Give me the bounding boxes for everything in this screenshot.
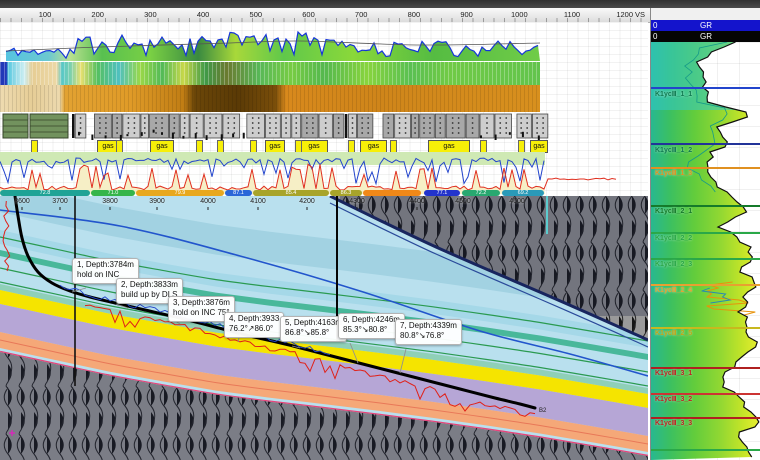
depth-tick [208, 207, 209, 210]
horizon-label[interactable]: K1ycⅢ_2_4 [655, 286, 692, 294]
depth-tick [517, 207, 518, 210]
band-stripe-texture [0, 85, 540, 112]
trajectory-annotation[interactable]: 5, Depth:4163m86.8°↘85.8° [280, 316, 347, 342]
gr-log-area[interactable]: K1ycⅢ_1_1 K1ycⅢ_1_2 K1ycⅢ_1_3 K1ycⅢ_2_1 K1yc… [651, 42, 760, 460]
horizon-label[interactable]: K1ycⅢ_1_3 [655, 169, 692, 177]
depth-tick-label: 4400 [409, 198, 425, 205]
gr-correlation-panel[interactable]: 0 GR 0 GR K1ycⅢ_1_1K1ycⅢ_1_2K1ycⅢ_1_3K1y… [650, 8, 760, 460]
horizon-line [651, 449, 760, 451]
svg-text:B2: B2 [539, 408, 547, 414]
vs-ruler: 100 200 300 400 500 600 700 800 900 1000 1100 1200V… [0, 8, 760, 23]
depth-tick [463, 207, 464, 210]
depth-tick [258, 207, 259, 210]
log-tracks-panel[interactable]: gasgasgasgasgasgasgas 72.871.079.987.185… [0, 22, 648, 196]
ruler-value: 100 [39, 10, 52, 19]
ruler-value: 300 [144, 10, 157, 19]
top-toolbar [0, 0, 760, 8]
gr-track-title: GR [651, 31, 760, 42]
ruler-value: 700 [355, 10, 368, 19]
depth-tick-label: 4600 [509, 198, 525, 205]
horizon-label[interactable]: K1ycⅢ_2_2 [655, 234, 692, 242]
horizon-label[interactable]: K1ycⅢ_1_1 [655, 90, 692, 98]
depth-tick-label: 3600 [14, 198, 30, 205]
ruler-value: 1200 [616, 10, 633, 19]
horizon-label[interactable]: K1ycⅢ_1_2 [655, 146, 692, 154]
gr-fill-curve-track [0, 30, 648, 62]
ruler-value: 400 [197, 10, 210, 19]
gas-show-row: gasgasgasgasgasgasgas [0, 140, 648, 152]
depth-tick-label: 4200 [299, 198, 315, 205]
ruler-value: 500 [250, 10, 263, 19]
horizon-label[interactable]: K1ycⅢ_3_3 [655, 419, 692, 427]
horizon-line [651, 87, 760, 89]
ruler-value: 900 [460, 10, 473, 19]
lithology-track [0, 112, 648, 140]
horizon-label[interactable]: K1ycⅢ_3_1 [655, 369, 692, 377]
depth-tick-label: 4300 [349, 198, 365, 205]
depth-tick-label: 4100 [250, 198, 266, 205]
ruler-value: 200 [91, 10, 104, 19]
seismic-section[interactable]: B2 3500360037003800390040004100420043004… [0, 196, 648, 460]
horizon-label[interactable]: K1ycⅢ_2_1 [655, 207, 692, 215]
depth-tick [417, 207, 418, 210]
band-stripe-texture [0, 62, 540, 85]
depth-tick [110, 207, 111, 210]
horizon-label[interactable]: K1ycⅢ_2_3 [655, 260, 692, 268]
depth-tick [157, 207, 158, 210]
trajectory-annotation[interactable]: 7, Depth:4339m80.8°↘76.8° [395, 319, 462, 345]
depth-tick [357, 207, 358, 210]
depth-tick-label: 4000 [200, 198, 216, 205]
trajectory-annotation[interactable]: 4, Depth:393376.2°↗86.0° [224, 312, 284, 338]
gr-header-blue: 0 GR [651, 20, 760, 31]
ruler-value: 800 [408, 10, 421, 19]
depth-tick [22, 207, 23, 210]
gr-header-black: 0 GR [651, 31, 760, 42]
depth-tick-label: 3700 [52, 198, 68, 205]
gr-track-title: GR [651, 20, 760, 31]
depth-tick-label: 4500 [455, 198, 471, 205]
ruler-value: 1100 [564, 10, 580, 19]
ruler-unit-vs: VS [635, 10, 645, 19]
depth-tick-label: 3800 [102, 198, 118, 205]
depth-tick-label: 3900 [149, 198, 165, 205]
depth-tick [307, 207, 308, 210]
horizon-label[interactable]: K1ycⅢ_2_5 [655, 329, 692, 337]
geosteering-app: 100 200 300 400 500 600 700 800 900 1000 1100 1200V… [0, 0, 760, 460]
horizon-line [651, 143, 760, 145]
horizon-label[interactable]: K1ycⅢ_3_2 [655, 395, 692, 403]
depth-tick [60, 207, 61, 210]
ruler-value: 1000 [511, 10, 528, 19]
ruler-value: 600 [302, 10, 315, 19]
